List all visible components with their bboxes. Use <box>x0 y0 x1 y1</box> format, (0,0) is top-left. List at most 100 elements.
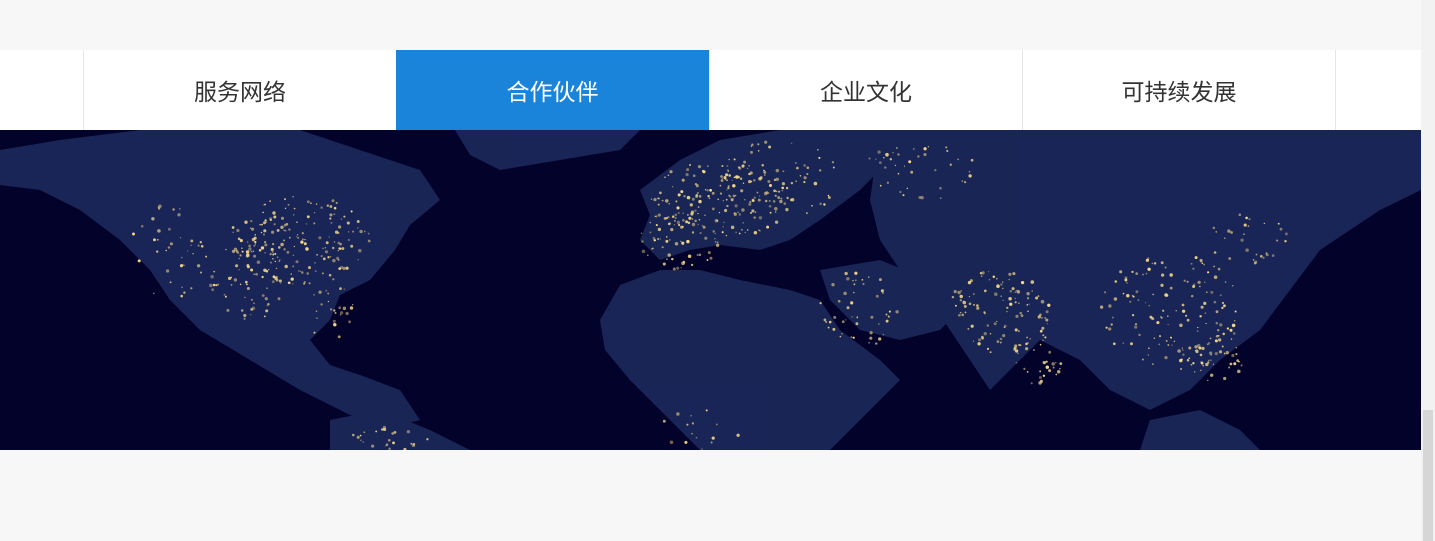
city-light <box>1151 262 1154 265</box>
city-light <box>996 284 1000 288</box>
city-light <box>978 338 982 342</box>
city-light <box>1196 348 1198 351</box>
city-light <box>232 231 234 234</box>
city-light <box>1265 252 1268 255</box>
city-light <box>1212 363 1215 365</box>
city-light <box>976 304 979 307</box>
city-light <box>732 184 736 188</box>
city-light <box>412 443 416 446</box>
city-light <box>249 227 252 229</box>
city-light <box>710 441 713 444</box>
city-light <box>226 308 230 312</box>
city-light <box>986 324 990 327</box>
city-light <box>977 342 981 346</box>
city-light <box>1179 358 1183 363</box>
city-light <box>1240 238 1244 242</box>
city-light <box>689 164 692 166</box>
city-light <box>305 223 308 225</box>
city-light <box>156 238 159 241</box>
city-light <box>704 236 708 240</box>
city-light <box>833 315 837 319</box>
city-light <box>337 249 340 252</box>
city-light <box>946 149 949 153</box>
city-light <box>850 301 854 305</box>
city-light <box>799 175 802 177</box>
city-light <box>740 189 744 193</box>
city-light <box>711 436 715 440</box>
city-light <box>348 320 351 324</box>
city-light <box>988 278 991 281</box>
city-light <box>1131 313 1135 317</box>
city-light <box>320 303 323 306</box>
city-light <box>803 181 806 184</box>
city-light <box>338 306 341 309</box>
city-light <box>661 246 664 249</box>
city-light <box>738 213 741 216</box>
scrollbar-thumb[interactable] <box>1423 410 1433 541</box>
city-light <box>968 174 972 178</box>
city-light <box>697 206 700 208</box>
city-light <box>989 351 992 354</box>
city-light <box>751 199 755 202</box>
city-light <box>1224 281 1227 283</box>
city-light <box>264 243 268 247</box>
city-light <box>854 271 858 275</box>
city-light <box>749 211 753 214</box>
city-light <box>690 210 695 214</box>
city-light <box>739 177 743 180</box>
city-light <box>357 259 359 261</box>
tab-service-network[interactable]: 服务网络 <box>83 50 396 130</box>
city-light <box>738 232 741 235</box>
city-light <box>1209 337 1212 340</box>
city-light <box>720 179 724 182</box>
city-light <box>972 293 975 295</box>
city-light <box>774 220 779 224</box>
city-light <box>749 200 752 204</box>
city-light <box>1199 285 1201 288</box>
city-light <box>1142 273 1144 276</box>
city-light <box>1169 286 1173 290</box>
city-light <box>274 276 278 281</box>
city-light <box>263 315 266 318</box>
city-light <box>283 239 285 242</box>
city-light <box>180 256 183 259</box>
tab-corporate-culture[interactable]: 企业文化 <box>709 50 1022 130</box>
city-light <box>806 172 809 176</box>
city-light <box>352 304 354 306</box>
tab-sustainability[interactable]: 可持续发展 <box>1022 50 1335 130</box>
city-light <box>1135 290 1139 294</box>
city-light <box>823 203 826 206</box>
city-light <box>671 257 674 261</box>
city-light <box>338 225 342 229</box>
city-light <box>959 294 963 299</box>
city-light <box>1237 369 1241 374</box>
city-light <box>167 227 171 231</box>
city-light <box>1150 316 1154 320</box>
city-light <box>669 239 671 241</box>
city-light <box>290 277 294 281</box>
city-light <box>672 267 676 271</box>
city-light <box>831 161 835 164</box>
city-light <box>694 219 697 223</box>
city-light <box>657 237 660 241</box>
city-light <box>748 165 750 167</box>
city-light <box>345 266 349 270</box>
city-light <box>680 240 682 243</box>
city-light <box>728 174 731 177</box>
city-light <box>1165 339 1168 342</box>
city-light <box>723 176 727 179</box>
city-light <box>338 267 342 270</box>
page-scrollbar[interactable] <box>1421 0 1435 541</box>
city-light <box>287 203 290 206</box>
city-light <box>657 197 660 200</box>
tab-partners[interactable]: 合作伙伴 <box>396 50 709 130</box>
city-light <box>274 260 276 263</box>
city-light <box>759 179 761 181</box>
city-light <box>737 211 739 214</box>
city-light <box>1044 336 1047 339</box>
city-light <box>200 244 204 248</box>
city-light <box>923 147 927 151</box>
city-light <box>806 212 808 214</box>
city-light <box>1197 280 1201 285</box>
city-light <box>1188 357 1191 360</box>
